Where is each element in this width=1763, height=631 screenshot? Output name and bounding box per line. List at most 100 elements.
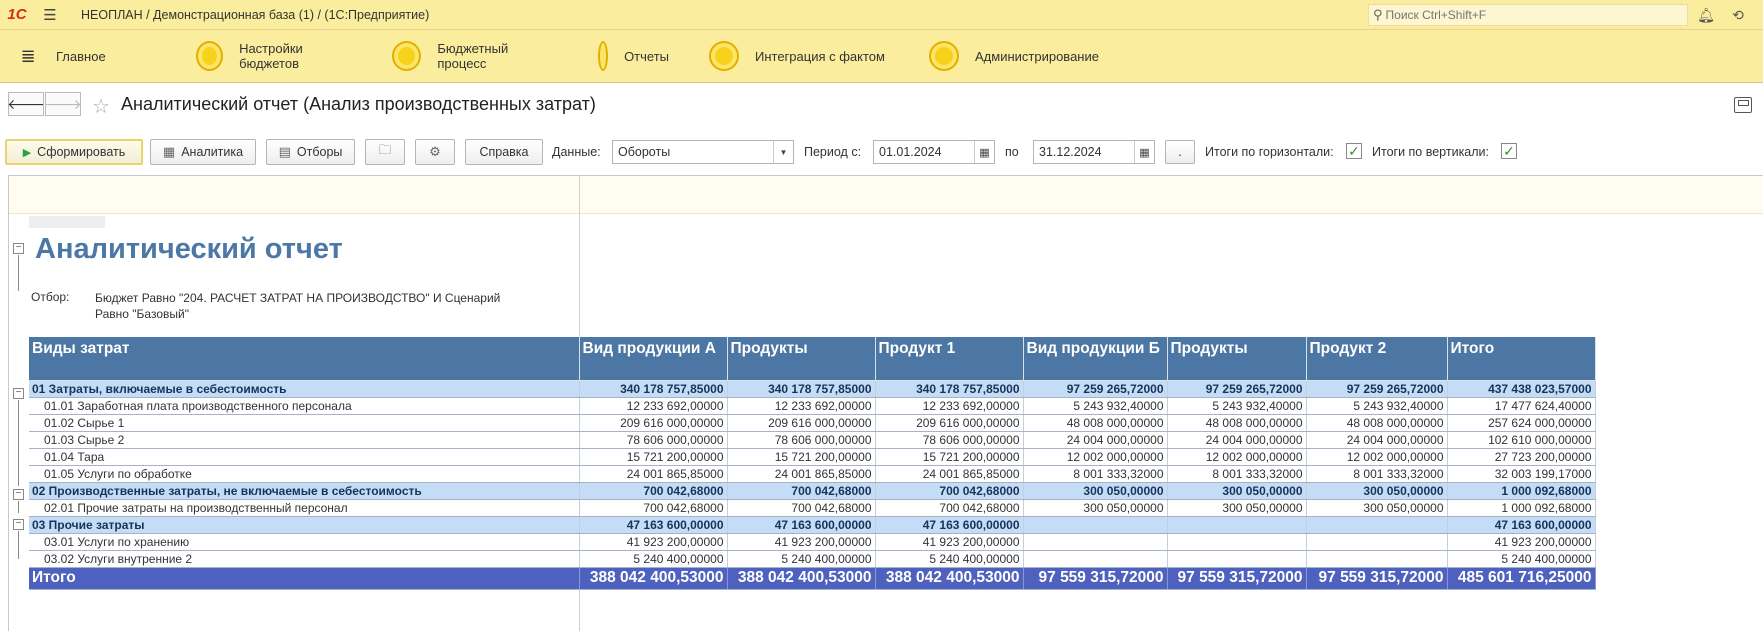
- history-icon[interactable]: ⟲: [1727, 5, 1749, 25]
- value-cell[interactable]: 209 616 000,00000: [875, 414, 1024, 432]
- value-cell[interactable]: 340 178 757,85000: [579, 380, 728, 398]
- value-cell[interactable]: 41 923 200,00000: [579, 533, 728, 551]
- value-cell[interactable]: 5 243 932,40000: [1306, 397, 1448, 415]
- value-cell[interactable]: 78 606 000,00000: [875, 431, 1024, 449]
- generate-button[interactable]: ▶ Сформировать: [5, 139, 143, 165]
- table-row[interactable]: 03.02 Услуги внутренние 2 5 240 400,00000…: [29, 550, 1596, 568]
- section-integration[interactable]: Интеграция с фактом: [669, 30, 889, 83]
- value-cell[interactable]: 5 240 400,00000: [875, 550, 1024, 568]
- value-cell[interactable]: 41 923 200,00000: [1447, 533, 1596, 551]
- table-row[interactable]: 01.03 Сырье 2 78 606 000,00000 78 606 000,…: [29, 431, 1596, 449]
- row-name-cell[interactable]: 01.02 Сырье 1: [29, 414, 580, 432]
- value-cell[interactable]: 32 003 199,17000: [1447, 465, 1596, 483]
- value-cell[interactable]: 24 001 865,85000: [727, 465, 876, 483]
- value-cell[interactable]: 1 000 092,68000: [1447, 482, 1596, 500]
- value-cell[interactable]: 27 723 200,00000: [1447, 448, 1596, 466]
- table-row[interactable]: 01.01 Заработная плата производственного…: [29, 397, 1596, 415]
- value-cell[interactable]: 300 050,00000: [1306, 499, 1448, 517]
- value-cell[interactable]: 700 042,68000: [727, 482, 876, 500]
- value-cell[interactable]: 1 000 092,68000: [1447, 499, 1596, 517]
- total-row[interactable]: Итого 388 042 400,53000 388 042 400,53000 3…: [29, 567, 1596, 590]
- report-settings-button[interactable]: ⚙: [415, 139, 455, 165]
- value-cell[interactable]: 47 163 600,00000: [875, 516, 1024, 534]
- row-name-cell[interactable]: Итого: [29, 567, 580, 590]
- row-name-cell[interactable]: 01.04 Тара: [29, 448, 580, 466]
- all-functions-icon[interactable]: ≣: [0, 30, 56, 83]
- value-cell[interactable]: 97 259 265,72000: [1023, 380, 1168, 398]
- row-name-cell[interactable]: 03.02 Услуги внутренние 2: [29, 550, 580, 568]
- filters-button[interactable]: ▤ Отборы: [266, 139, 355, 165]
- section-budget-process[interactable]: Бюджетный процесс: [352, 30, 558, 83]
- value-cell[interactable]: 700 042,68000: [727, 499, 876, 517]
- value-cell[interactable]: 41 923 200,00000: [875, 533, 1024, 551]
- value-cell[interactable]: 48 008 000,00000: [1167, 414, 1307, 432]
- period-select-button[interactable]: .: [1165, 140, 1195, 164]
- value-cell[interactable]: 388 042 400,53000: [579, 567, 728, 590]
- table-row[interactable]: 02.01 Прочие затраты на производственный…: [29, 499, 1596, 517]
- value-cell[interactable]: [1023, 550, 1168, 568]
- calendar-icon[interactable]: ▦: [974, 141, 994, 163]
- value-cell[interactable]: 24 004 000,00000: [1306, 431, 1448, 449]
- value-cell[interactable]: 12 002 000,00000: [1023, 448, 1168, 466]
- search-input[interactable]: [1385, 8, 1666, 22]
- group-row[interactable]: 03 Прочие затраты 47 163 600,00000 47 163 …: [29, 516, 1596, 534]
- value-cell[interactable]: [1023, 516, 1168, 534]
- row-name-cell[interactable]: 02.01 Прочие затраты на производственный…: [29, 499, 580, 517]
- period-from-field[interactable]: 01.01.2024 ▦: [873, 140, 995, 164]
- value-cell[interactable]: 8 001 333,32000: [1306, 465, 1448, 483]
- value-cell[interactable]: 47 163 600,00000: [579, 516, 728, 534]
- value-cell[interactable]: 48 008 000,00000: [1023, 414, 1168, 432]
- section-administration[interactable]: Администрирование: [889, 30, 1099, 83]
- value-cell[interactable]: 700 042,68000: [579, 482, 728, 500]
- collapse-group-icon[interactable]: −: [13, 489, 24, 500]
- value-cell[interactable]: 12 233 692,00000: [579, 397, 728, 415]
- totals-vertical-checkbox[interactable]: ✓: [1501, 143, 1517, 159]
- value-cell[interactable]: [1167, 550, 1307, 568]
- table-row[interactable]: 01.04 Тара 15 721 200,00000 15 721 200,000…: [29, 448, 1596, 466]
- main-menu-icon[interactable]: ☰: [34, 0, 66, 30]
- value-cell[interactable]: 5 243 932,40000: [1167, 397, 1307, 415]
- row-name-cell[interactable]: 01.03 Сырье 2: [29, 431, 580, 449]
- bell-icon[interactable]: 🔔︎: [1695, 5, 1717, 25]
- back-button[interactable]: 🡐: [7, 92, 45, 116]
- value-cell[interactable]: 300 050,00000: [1023, 499, 1168, 517]
- settings-folder-button[interactable]: 🗀: [365, 139, 405, 165]
- value-cell[interactable]: 437 438 023,57000: [1447, 380, 1596, 398]
- value-cell[interactable]: 102 610 000,00000: [1447, 431, 1596, 449]
- value-cell[interactable]: 700 042,68000: [875, 482, 1024, 500]
- value-cell[interactable]: 485 601 716,25000: [1447, 567, 1596, 590]
- value-cell[interactable]: 300 050,00000: [1167, 482, 1307, 500]
- value-cell[interactable]: 97 259 265,72000: [1167, 380, 1307, 398]
- chevron-down-icon[interactable]: ▼: [773, 141, 793, 163]
- value-cell[interactable]: 700 042,68000: [579, 499, 728, 517]
- table-row[interactable]: 01.05 Услуги по обработке 24 001 865,8500…: [29, 465, 1596, 483]
- collapse-group-icon[interactable]: −: [13, 243, 24, 254]
- value-cell[interactable]: [1167, 516, 1307, 534]
- value-cell[interactable]: 97 259 265,72000: [1306, 380, 1448, 398]
- totals-horizontal-checkbox[interactable]: ✓: [1346, 143, 1362, 159]
- value-cell[interactable]: 47 163 600,00000: [727, 516, 876, 534]
- save-icon[interactable]: [1734, 97, 1752, 113]
- value-cell[interactable]: 78 606 000,00000: [727, 431, 876, 449]
- row-name-cell[interactable]: 02 Производственные затраты, не включаем…: [29, 482, 580, 500]
- calendar-icon[interactable]: ▦: [1134, 141, 1154, 163]
- value-cell[interactable]: 24 001 865,85000: [875, 465, 1024, 483]
- value-cell[interactable]: 41 923 200,00000: [727, 533, 876, 551]
- value-cell[interactable]: [1306, 550, 1448, 568]
- value-cell[interactable]: 388 042 400,53000: [727, 567, 876, 590]
- favorite-star-icon[interactable]: ☆: [92, 94, 110, 119]
- value-cell[interactable]: 5 240 400,00000: [1447, 550, 1596, 568]
- value-cell[interactable]: 8 001 333,32000: [1167, 465, 1307, 483]
- value-cell[interactable]: [1023, 533, 1168, 551]
- value-cell[interactable]: 15 721 200,00000: [727, 448, 876, 466]
- value-cell[interactable]: 97 559 315,72000: [1023, 567, 1168, 590]
- value-cell[interactable]: 24 001 865,85000: [579, 465, 728, 483]
- collapse-group-icon[interactable]: −: [13, 388, 24, 399]
- value-cell[interactable]: 209 616 000,00000: [579, 414, 728, 432]
- value-cell[interactable]: 78 606 000,00000: [579, 431, 728, 449]
- value-cell[interactable]: 300 050,00000: [1023, 482, 1168, 500]
- collapse-group-icon[interactable]: −: [13, 519, 24, 530]
- value-cell[interactable]: 209 616 000,00000: [727, 414, 876, 432]
- value-cell[interactable]: 5 243 932,40000: [1023, 397, 1168, 415]
- value-cell[interactable]: 12 002 000,00000: [1167, 448, 1307, 466]
